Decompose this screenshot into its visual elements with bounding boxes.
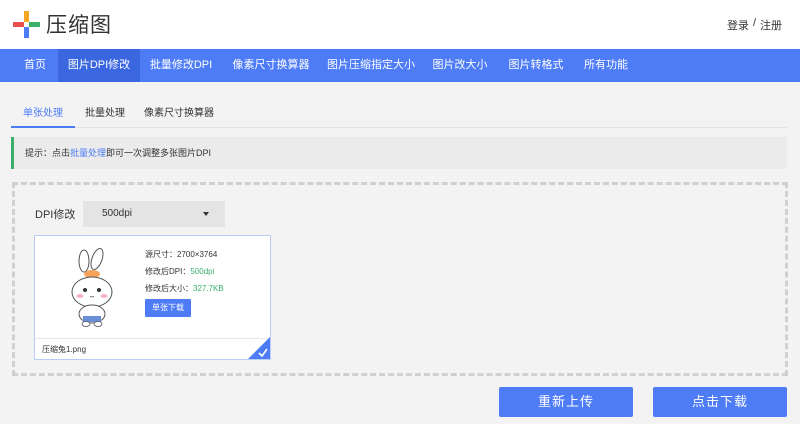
download-all-button[interactable]: 点击下载 — [653, 387, 787, 417]
nav-item-dpi-edit[interactable]: 图片DPI修改 — [58, 49, 140, 82]
auth-separator: / — [752, 17, 756, 29]
new-dpi-value: 500dpi — [190, 267, 215, 276]
image-filename: 压缩兔1.png — [35, 338, 270, 360]
login-link[interactable]: 登录 — [727, 17, 749, 33]
dpi-select[interactable]: 500dpi — [83, 201, 225, 227]
image-card: 源尺寸：2700×3764 修改后DPI：500dpi 修改后大小：327.7K… — [34, 235, 271, 360]
tip-prefix: 提示：点击 — [25, 148, 71, 158]
logo[interactable]: 压缩图 — [13, 9, 112, 39]
image-thumbnail — [61, 244, 123, 329]
check-icon — [248, 337, 270, 359]
mode-tabs: 单张处理 批量处理 像素尺寸换算器 — [11, 100, 787, 128]
new-size-value: 327.7KB — [193, 284, 224, 293]
nav-item-batch-dpi[interactable]: 批量修改DPI — [140, 49, 222, 82]
nav-item-home[interactable]: 首页 — [12, 49, 58, 82]
original-size-row: 源尺寸：2700×3764 — [145, 246, 224, 263]
original-size-value: 2700×3764 — [177, 250, 218, 259]
tab-batch[interactable]: 批量处理 — [83, 100, 127, 128]
nav-item-compress-size[interactable]: 图片压缩指定大小 — [322, 49, 420, 82]
new-dpi-label: 修改后DPI： — [145, 267, 191, 276]
tab-pixel-converter[interactable]: 像素尺寸换算器 — [141, 100, 217, 128]
main-content: 单张处理 批量处理 像素尺寸换算器 提示：点击批量处理即可一次调整多张图片DPI… — [0, 82, 800, 424]
main-nav: 首页 图片DPI修改 批量修改DPI 像素尺寸换算器 图片压缩指定大小 图片改大… — [0, 49, 800, 82]
header: 压缩图 登录 / 注册 — [0, 0, 800, 49]
dpi-select-value: 500dpi — [102, 208, 133, 219]
upload-dropzone[interactable]: DPI修改 500dpi 源尺寸：2700×3764 修改后DPI：500dpi… — [12, 182, 788, 376]
tip-suffix: 即可一次调整多张图片DPI — [106, 148, 212, 158]
image-info: 源尺寸：2700×3764 修改后DPI：500dpi 修改后大小：327.7K… — [145, 246, 224, 297]
new-size-label: 修改后大小： — [145, 284, 193, 293]
tip-batch-link[interactable]: 批量处理 — [70, 148, 106, 158]
new-size-row: 修改后大小：327.7KB — [145, 280, 224, 297]
nav-item-pixel-converter[interactable]: 像素尺寸换算器 — [226, 49, 316, 82]
tip-bar: 提示：点击批量处理即可一次调整多张图片DPI — [11, 137, 787, 169]
tab-single[interactable]: 单张处理 — [11, 100, 75, 128]
nav-item-all-features[interactable]: 所有功能 — [578, 49, 634, 82]
register-link[interactable]: 注册 — [760, 17, 782, 33]
logo-cross-icon — [13, 10, 40, 38]
nav-item-resize[interactable]: 图片改大小 — [426, 49, 494, 82]
logo-text: 压缩图 — [46, 14, 112, 37]
caret-down-icon — [203, 212, 209, 216]
single-download-button[interactable]: 单张下载 — [145, 299, 191, 317]
auth-links: 登录 / 注册 — [727, 17, 782, 33]
original-size-label: 源尺寸： — [145, 250, 177, 259]
nav-item-convert-format[interactable]: 图片转格式 — [502, 49, 570, 82]
dpi-label: DPI修改 — [35, 209, 76, 221]
reupload-button[interactable]: 重新上传 — [499, 387, 633, 417]
tool-panel: 单张处理 批量处理 像素尺寸换算器 提示：点击批量处理即可一次调整多张图片DPI… — [0, 82, 800, 424]
new-dpi-row: 修改后DPI：500dpi — [145, 263, 224, 280]
